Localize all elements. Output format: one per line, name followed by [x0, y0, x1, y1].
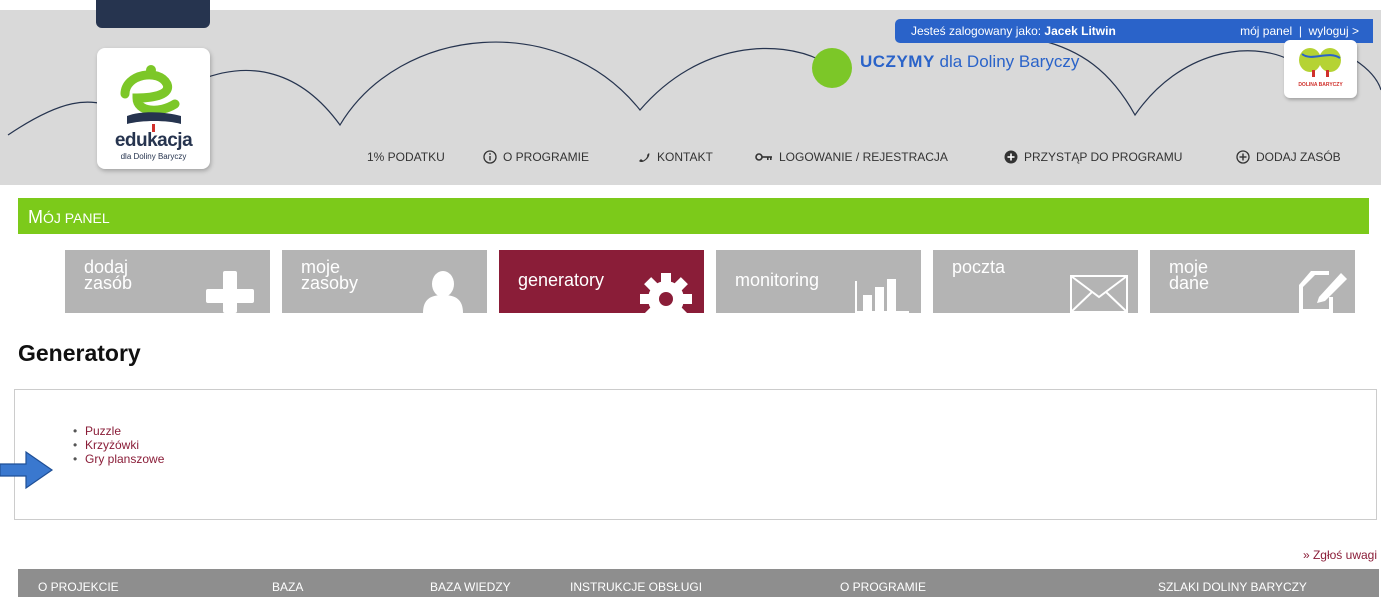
- footer-link-baza-wiedzy[interactable]: BAZA WIEDZY: [430, 580, 511, 594]
- panel-bar: MÓJ PANEL: [18, 198, 1369, 234]
- tile-label: moje zasoby: [301, 257, 359, 293]
- nav-item-o-programie[interactable]: O PROGRAMIE: [483, 150, 589, 164]
- footer-link-o-projekcie[interactable]: O PROJEKCIE: [38, 580, 119, 594]
- generators-list: Puzzle Krzyżówki Gry planszowe: [73, 424, 164, 466]
- nav-item-dodaj-zasob[interactable]: DODAJ ZASÓB: [1236, 150, 1341, 164]
- footer-link-instrukcje[interactable]: INSTRUKCJE OBSŁUGI: [570, 580, 702, 594]
- slogan-bold: UCZYMY: [860, 52, 935, 71]
- logo-title: edukacja: [114, 130, 193, 151]
- tile-monitoring[interactable]: monitoring: [716, 250, 921, 313]
- key-icon: [755, 151, 773, 163]
- feedback-link[interactable]: » Zgłoś uwagi: [1303, 548, 1377, 562]
- tile-dodaj-zasob[interactable]: dodaj zasób: [65, 250, 270, 313]
- slogan: UCZYMY dla Doliny Baryczy: [860, 52, 1079, 72]
- tile-moje-dane[interactable]: moje dane: [1150, 250, 1355, 313]
- page-title: Generatory: [18, 340, 141, 366]
- nav-label: KONTAKT: [657, 150, 713, 164]
- nav-label: LOGOWANIE / REJESTRACJA: [779, 150, 948, 164]
- footer-link-baza[interactable]: BAZA: [272, 580, 303, 594]
- footer-link-szlaki[interactable]: SZLAKI DOLINY BARYCZY: [1158, 580, 1307, 594]
- bar-chart-icon: [855, 279, 909, 313]
- nav-item-kontakt[interactable]: KONTAKT: [637, 150, 713, 164]
- nav-label: O PROGRAMIE: [503, 150, 590, 164]
- user-icon: [423, 271, 463, 313]
- nav-label: 1% PODATKU: [367, 150, 445, 164]
- gear-icon: [640, 273, 692, 313]
- edit-icon: [1299, 271, 1347, 313]
- tile-generatory[interactable]: generatory: [499, 250, 704, 313]
- envelope-icon: [1070, 275, 1128, 313]
- top-navigation: 1% PODATKU O PROGRAMIE KONTAKT LOGOWANIE…: [0, 150, 1381, 170]
- site-header: edukacja dla Doliny Baryczy UCZYMY dla D…: [0, 0, 1381, 185]
- header-dark-tab: [96, 0, 210, 28]
- pointer-arrow-icon: [0, 450, 54, 490]
- plus-filled-icon: [1004, 150, 1018, 164]
- edukacja-logo-mark-icon: [120, 65, 181, 132]
- tile-label: poczta: [952, 257, 1006, 277]
- footer-link-o-programie[interactable]: O PROGRAMIE: [840, 580, 926, 594]
- dolina-baryczy-logo-icon: [1299, 48, 1341, 77]
- logout-link[interactable]: wyloguj >: [1309, 24, 1359, 38]
- login-user: Jacek Litwin: [1044, 24, 1116, 38]
- dolina-baryczy-logo-text: DOLINA BARYCZY: [1298, 82, 1343, 88]
- my-panel-link[interactable]: mój panel: [1240, 24, 1292, 38]
- tile-label: generatory: [518, 270, 605, 290]
- plus-icon: [206, 271, 254, 313]
- generator-puzzle-link[interactable]: Puzzle: [73, 424, 164, 438]
- footer-bar: O PROJEKCIE BAZA BAZA WIEDZY INSTRUKCJE …: [18, 569, 1379, 597]
- nav-item-przystap[interactable]: PRZYSTĄP DO PROGRAMU: [1004, 150, 1182, 164]
- tile-label: moje dane: [1169, 257, 1210, 293]
- tile-label: dodaj zasób: [84, 257, 133, 293]
- dolina-baryczy-logo[interactable]: DOLINA BARYCZY: [1284, 40, 1357, 98]
- slogan-rest: dla Doliny Baryczy: [939, 52, 1080, 71]
- nav-label: PRZYSTĄP DO PROGRAMU: [1024, 150, 1183, 164]
- nav-item-logowanie[interactable]: LOGOWANIE / REJESTRACJA: [755, 150, 948, 164]
- nav-item-1-podatku[interactable]: 1% PODATKU: [367, 150, 445, 164]
- green-circle-decoration: [812, 48, 852, 88]
- tile-moje-zasoby[interactable]: moje zasoby: [282, 250, 487, 313]
- info-icon: [483, 150, 497, 164]
- tile-poczta[interactable]: poczta: [933, 250, 1138, 313]
- page: edukacja dla Doliny Baryczy UCZYMY dla D…: [0, 0, 1381, 597]
- generator-krzyzowki-link[interactable]: Krzyżówki: [73, 438, 164, 452]
- tile-label: monitoring: [735, 270, 820, 290]
- link-separator: |: [1298, 24, 1302, 38]
- login-prefix: Jesteś zalogowany jako:: [911, 24, 1042, 38]
- generators-box: Puzzle Krzyżówki Gry planszowe: [14, 389, 1377, 520]
- plus-outline-icon: [1236, 150, 1250, 164]
- panel-title: MÓJ PANEL: [28, 207, 110, 227]
- generator-gry-planszowe-link[interactable]: Gry planszowe: [73, 452, 164, 466]
- phone-icon: [637, 150, 651, 164]
- nav-label: DODAJ ZASÓB: [1256, 150, 1341, 164]
